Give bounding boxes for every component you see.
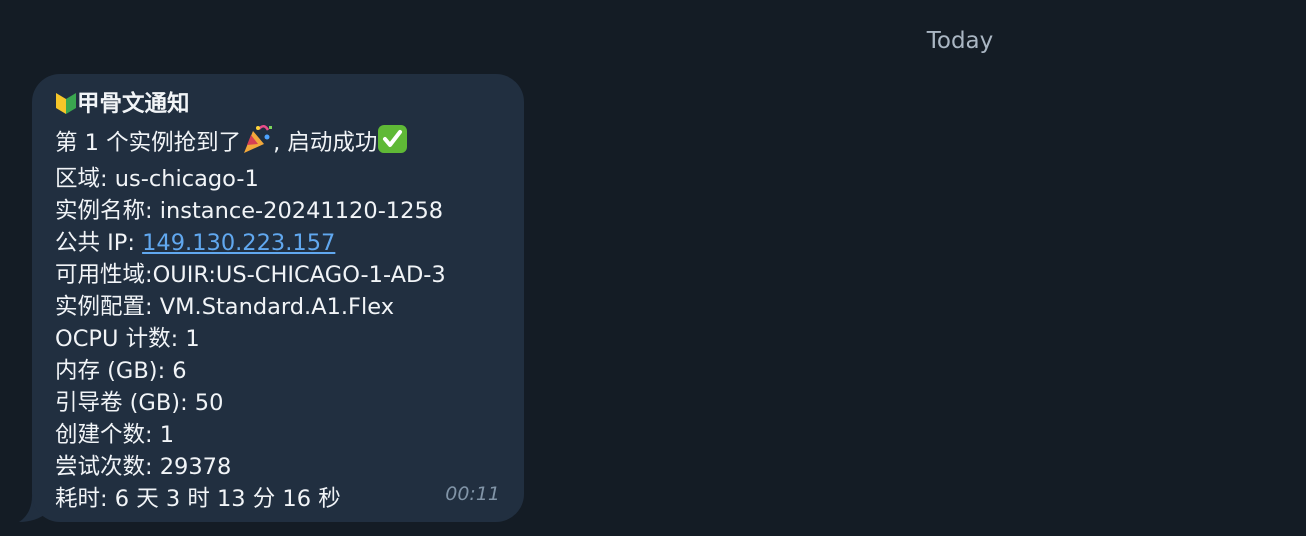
- message-bubble[interactable]: 甲骨文通知 第 1 个实例抢到了 , 启动成功 区域: us-chicago-1…: [32, 74, 524, 522]
- attempts-line: 尝试次数: 29378: [55, 454, 232, 480]
- memory-line: 内存 (GB): 6: [55, 358, 187, 384]
- shape-line: 实例配置: VM.Standard.A1.Flex: [55, 294, 395, 320]
- japanese-beginner-symbol-icon: [55, 91, 77, 124]
- elapsed-line: 耗时: 6 天 3 时 13 分 16 秒: [55, 486, 341, 512]
- ocpu-line: OCPU 计数: 1: [55, 326, 200, 352]
- success-line: 第 1 个实例抢到了 , 启动成功: [55, 124, 502, 163]
- created-count-line: 创建个数: 1: [55, 422, 175, 448]
- check-mark-icon: [377, 124, 408, 163]
- success-suffix: , 启动成功: [273, 130, 378, 156]
- message-timestamp: 00:11: [445, 483, 500, 505]
- instance-name-line: 实例名称: instance-20241120-1258: [55, 198, 444, 224]
- availability-domain-line: 可用性域:OUIR:US-CHICAGO-1-AD-3: [55, 262, 446, 288]
- public-ip-line: 公共 IP: 149.130.223.157: [55, 227, 502, 259]
- boot-volume-line: 引导卷 (GB): 50: [55, 390, 224, 416]
- public-ip-label: 公共 IP:: [55, 230, 143, 256]
- public-ip-link[interactable]: 149.130.223.157: [142, 230, 335, 256]
- region-line: 区域: us-chicago-1: [55, 166, 259, 192]
- date-separator: Today: [926, 28, 994, 54]
- message-title: 甲骨文通知: [77, 91, 190, 117]
- party-popper-icon: [241, 124, 273, 163]
- success-text: 第 1 个实例抢到了: [55, 130, 242, 156]
- message-title-line: 甲骨文通知: [55, 88, 502, 124]
